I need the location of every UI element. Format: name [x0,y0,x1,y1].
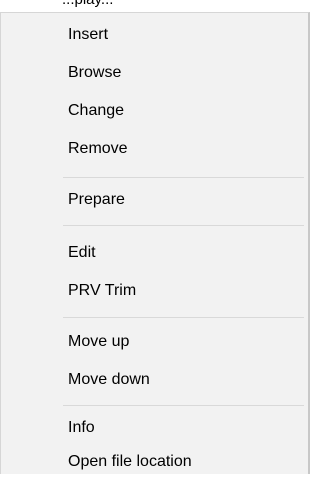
menu-item-browse[interactable]: Browse [1,54,308,92]
partial-header-label: ...play... [62,0,113,8]
menu-item-prepare[interactable]: Prepare [1,181,308,219]
menu-item-open-file-location[interactable]: Open file location [1,443,308,481]
menu-item-edit[interactable]: Edit [1,234,308,272]
partial-header-text: ...play... [0,0,313,12]
menu-item-prv-trim[interactable]: PRV Trim [1,272,308,310]
menu-separator [63,225,304,226]
menu-item-remove[interactable]: Remove [1,130,308,168]
menu-separator [63,177,304,178]
menu-item-move-down[interactable]: Move down [1,361,308,399]
menu-separator [63,405,304,406]
menu-item-move-up[interactable]: Move up [1,323,308,361]
menu-item-insert[interactable]: Insert [1,16,308,54]
menu-item-info[interactable]: Info [1,409,308,447]
context-menu: Insert Browse Change Remove Prepare Edit… [0,12,310,474]
menu-separator [63,317,304,318]
menu-item-change[interactable]: Change [1,92,308,130]
